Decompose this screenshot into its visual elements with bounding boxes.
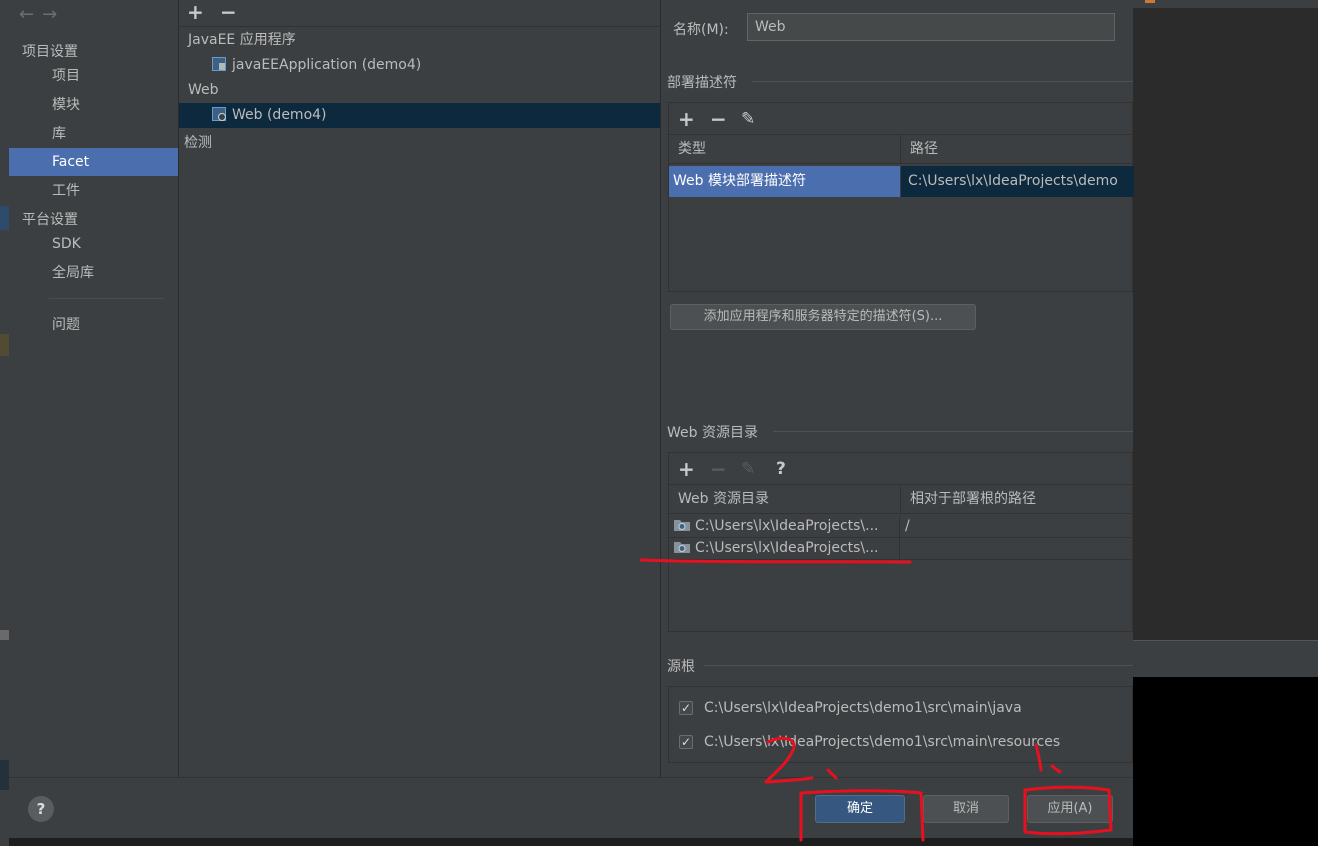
edit-resource-icon[interactable]: ✎ [741, 459, 755, 479]
background-ide-highlight [0, 334, 9, 356]
resource-section-title: Web 资源目录 [667, 425, 758, 441]
resource-dir-cell: C:\Users\lx\IdeaProjects\... [669, 516, 900, 537]
section-divider [704, 665, 1133, 666]
facet-detail-panel: 名称(M): Web 部署描述符 + − ✎ 类型 路径 Web 模块部署描述符… [661, 0, 1134, 777]
section-project-settings: 项目设置 [22, 44, 78, 60]
project-structure-dialog: ←→ 项目设置 项目 模块 库 Facet 工件 平台设置 SDK 全局库 问题… [9, 0, 1134, 838]
deploy-descriptor-table: 类型 路径 Web 模块部署描述符 C:\Users\lx\IdeaProjec… [669, 134, 1134, 292]
nav-item-sdk[interactable]: SDK [9, 230, 178, 258]
tree-node-web-demo4[interactable]: Web (demo4) [179, 103, 660, 128]
nav-item-global-libraries[interactable]: 全局库 [9, 259, 178, 287]
resource-dir-cell: C:\Users\lx\IdeaProjects\... [669, 538, 900, 559]
background-ide-marker [1145, 0, 1155, 3]
name-label: 名称(M): [673, 22, 729, 38]
ok-button[interactable]: 确定 [815, 795, 905, 823]
web-resource-panel: + − ✎ ? Web 资源目录 相对于部署根的路径 C:\Users\lx\I… [668, 452, 1133, 632]
section-platform-settings: 平台设置 [22, 212, 78, 228]
settings-nav: ←→ 项目设置 项目 模块 库 Facet 工件 平台设置 SDK 全局库 问题 [9, 0, 179, 777]
background-ide-bottom [9, 838, 1133, 846]
background-ide-selection [0, 206, 9, 230]
dialog-footer: ? 确定 取消 应用(A) [9, 777, 1133, 838]
web-folder-icon [674, 520, 690, 531]
source-roots-section-title: 源根 [667, 659, 695, 675]
descriptor-path-cell: C:\Users\lx\IdeaProjects\demo [901, 166, 1134, 197]
nav-history-arrows: ←→ [19, 4, 65, 25]
background-ide-tab [0, 760, 9, 790]
deploy-toolbar: + − ✎ [669, 103, 1132, 133]
remove-resource-icon[interactable]: − [710, 459, 727, 479]
help-button[interactable]: ? [28, 796, 54, 822]
add-descriptor-icon[interactable]: + [678, 109, 695, 129]
table-header: 类型 路径 [669, 134, 1132, 164]
cancel-button[interactable]: 取消 [923, 795, 1009, 823]
web-facet-icon [212, 107, 226, 121]
tree-group-web[interactable]: Web [188, 78, 219, 103]
background-ide-console [1133, 677, 1318, 846]
deploy-descriptor-panel: + − ✎ 类型 路径 Web 模块部署描述符 C:\Users\lx\Idea… [668, 102, 1134, 292]
table-row[interactable]: Web 模块部署描述符 C:\Users\lx\IdeaProjects\dem… [669, 166, 1134, 197]
section-divider [773, 431, 1133, 432]
background-ide-editor [1133, 8, 1318, 640]
apply-button[interactable]: 应用(A) [1027, 795, 1113, 823]
tree-node-label: Web (demo4) [232, 107, 327, 123]
add-resource-icon[interactable]: + [678, 459, 695, 479]
javaee-facet-icon [212, 57, 226, 71]
source-root-path: C:\Users\lx\IdeaProjects\demo1\src\main\… [704, 734, 1061, 750]
remove-facet-icon[interactable]: − [220, 2, 237, 22]
table-header: Web 资源目录 相对于部署根的路径 [669, 484, 1132, 514]
forward-arrow-icon[interactable]: → [42, 4, 65, 25]
source-root-path: C:\Users\lx\IdeaProjects\demo1\src\main\… [704, 700, 1022, 716]
source-roots-panel: ✓ C:\Users\lx\IdeaProjects\demo1\src\mai… [668, 686, 1133, 763]
resource-dir-text: C:\Users\lx\IdeaProjects\... [695, 518, 879, 534]
tree-group-detection[interactable]: 检测 [184, 131, 212, 156]
name-input[interactable]: Web [747, 13, 1115, 41]
background-ide-left-edge [0, 0, 9, 846]
facet-tree-panel: + − JavaEE 应用程序 javaEEApplication (demo4… [179, 0, 661, 777]
nav-item-facets[interactable]: Facet [9, 148, 178, 176]
add-facet-icon[interactable]: + [187, 2, 204, 22]
nav-separator [49, 298, 164, 299]
resource-toolbar: + − ✎ ? [669, 453, 1132, 483]
column-header-relative-path[interactable]: 相对于部署根的路径 [901, 485, 1134, 513]
back-arrow-icon[interactable]: ← [19, 4, 42, 25]
table-row[interactable]: C:\Users\lx\IdeaProjects\... [669, 538, 1132, 560]
add-server-descriptor-button[interactable]: 添加应用程序和服务器特定的描述符(S)... [670, 304, 976, 330]
background-ide-toolwindow-strip [1133, 640, 1318, 678]
background-ide-scroll [0, 630, 9, 640]
resource-rel-cell [901, 538, 1134, 559]
column-header-type[interactable]: 类型 [669, 135, 901, 163]
facet-tree-toolbar: + − [179, 0, 660, 27]
nav-item-libraries[interactable]: 库 [9, 120, 178, 148]
tree-group-javaee[interactable]: JavaEE 应用程序 [188, 28, 296, 53]
resource-dir-text: C:\Users\lx\IdeaProjects\... [695, 540, 879, 556]
help-icon[interactable]: ? [776, 459, 786, 479]
section-divider [752, 81, 1133, 82]
tree-node-javaee-application[interactable]: javaEEApplication (demo4) [212, 53, 421, 78]
source-root-checkbox[interactable]: ✓ [679, 735, 693, 749]
resource-rel-cell: / [905, 518, 910, 534]
column-header-path[interactable]: 路径 [901, 135, 1134, 163]
web-resource-table: Web 资源目录 相对于部署根的路径 C:\Users\lx\IdeaProje… [669, 484, 1132, 632]
column-header-resource-dir[interactable]: Web 资源目录 [669, 485, 901, 513]
nav-item-problems[interactable]: 问题 [9, 311, 178, 339]
remove-descriptor-icon[interactable]: − [710, 109, 727, 129]
nav-item-project[interactable]: 项目 [9, 62, 178, 90]
deploy-section-title: 部署描述符 [667, 75, 737, 91]
edit-descriptor-icon[interactable]: ✎ [741, 109, 755, 129]
nav-item-artifacts[interactable]: 工件 [9, 177, 178, 205]
table-row[interactable]: C:\Users\lx\IdeaProjects\... / [669, 516, 1132, 538]
source-root-checkbox[interactable]: ✓ [679, 701, 693, 715]
nav-item-modules[interactable]: 模块 [9, 91, 178, 119]
tree-node-label: javaEEApplication (demo4) [232, 57, 422, 73]
web-folder-icon [674, 542, 690, 553]
background-ide-right [1133, 0, 1318, 846]
descriptor-type-cell: Web 模块部署描述符 [669, 166, 900, 197]
